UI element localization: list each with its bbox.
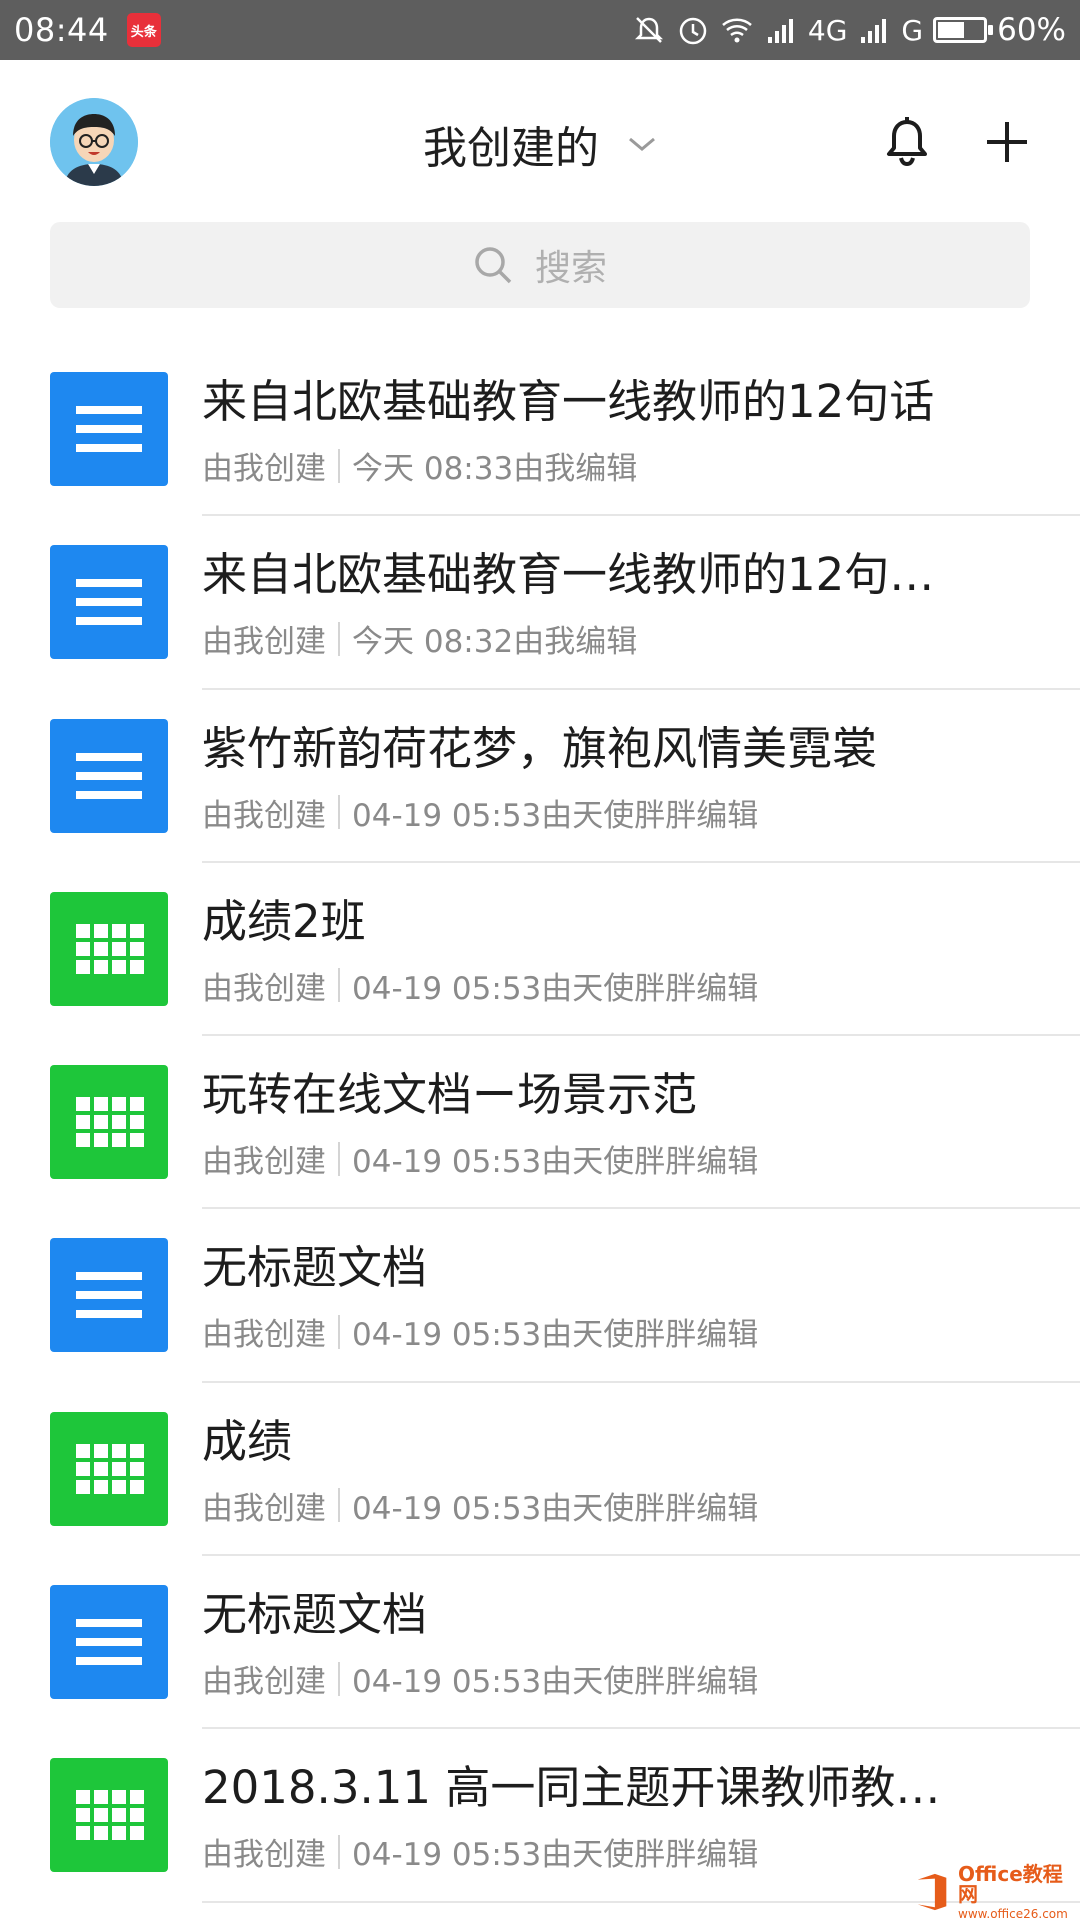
spreadsheet-icon — [76, 923, 144, 974]
search-placeholder: 搜索 — [534, 248, 607, 289]
document-creator: 由我创建 — [202, 1144, 326, 1181]
document-meta: 由我创建 04-19 05:53由天使胖胖编辑 — [202, 1656, 758, 1701]
signal-icon-2 — [861, 19, 887, 43]
document-creator: 由我创建 — [202, 1664, 326, 1701]
document-edited: 04-19 05:53由天使胖胖编辑 — [352, 1317, 759, 1354]
network-type-4g: 4G — [807, 13, 848, 47]
doc-file-icon — [50, 1585, 168, 1700]
document-row[interactable]: 紫竹新韵荷花梦，旗袍风情美霓裳由我创建 04-19 05:53由天使胖胖编辑 — [0, 690, 1080, 863]
document-list: 来自北欧基础教育一线教师的12句话 由我创建 今天 08:33由我编辑 来自北欧基础教… — [0, 343, 1080, 1903]
document-meta: 由我创建 今天 08:33由我编辑 — [202, 443, 637, 488]
watermark-line1: Office教程网 — [958, 1862, 1063, 1906]
document-edited: 04-19 05:53由天使胖胖编辑 — [352, 1490, 759, 1527]
signal-icon-1 — [767, 19, 793, 43]
meta-separator — [338, 1314, 340, 1349]
sheet-file-icon — [50, 1758, 168, 1873]
document-creator: 由我创建 — [202, 1837, 326, 1874]
document-title: 无标题文档 — [202, 1588, 428, 1642]
search-icon — [475, 247, 512, 284]
add-document-button[interactable] — [985, 120, 1029, 164]
document-row[interactable]: 无标题文档由我创建 04-19 05:53由天使胖胖编辑 — [0, 1209, 1080, 1383]
watermark-line2: www.office26.com — [958, 1907, 1068, 1920]
document-icon — [76, 579, 142, 626]
document-edited: 04-19 05:53由天使胖胖编辑 — [352, 797, 759, 834]
network-type-g: G — [901, 13, 924, 47]
document-title: 紫竹新韵荷花梦，旗袍风情美霓裳 — [202, 721, 878, 775]
sheet-file-icon — [50, 1411, 168, 1526]
document-meta: 由我创建 04-19 05:53由天使胖胖编辑 — [202, 1483, 758, 1528]
document-edited: 04-19 05:53由天使胖胖编辑 — [352, 1144, 759, 1181]
doc-file-icon — [50, 545, 168, 660]
header: 我创建的 — [0, 60, 1080, 220]
mute-bell-icon — [634, 17, 663, 43]
document-icon — [76, 406, 142, 452]
document-edited: 今天 08:33由我编辑 — [352, 451, 638, 487]
document-creator: 由我创建 — [202, 451, 326, 487]
meta-separator — [338, 1141, 340, 1176]
document-creator: 由我创建 — [202, 624, 326, 661]
document-meta: 由我创建 今天 08:32由我编辑 — [202, 616, 637, 661]
sheet-file-icon — [50, 891, 168, 1006]
battery-icon — [933, 17, 994, 43]
doc-file-icon — [50, 1238, 168, 1353]
meta-separator — [338, 448, 340, 483]
document-icon — [76, 1272, 142, 1319]
document-edited: 04-19 05:53由天使胖胖编辑 — [352, 1664, 759, 1701]
wifi-icon — [722, 18, 752, 43]
meta-separator — [338, 621, 340, 656]
document-creator: 由我创建 — [202, 1490, 326, 1527]
battery-percent: 60% — [997, 12, 1066, 48]
search-input[interactable]: 搜索 — [50, 222, 1030, 308]
document-row[interactable]: 来自北欧基础教育一线教师的12句话由我创建 今天 08:33由我编辑 — [0, 343, 1080, 517]
document-edited: 今天 08:32由我编辑 — [352, 624, 638, 661]
watermark-text: Office教程网 www.office26.com — [958, 1864, 1077, 1920]
meta-separator — [338, 1488, 340, 1523]
document-meta: 由我创建 04-19 05:53由天使胖胖编辑 — [202, 1136, 758, 1181]
document-row[interactable]: 成绩2班由我创建 04-19 05:53由天使胖胖编辑 — [0, 863, 1080, 1037]
document-icon — [76, 752, 142, 799]
document-meta: 由我创建 04-19 05:53由天使胖胖编辑 — [202, 963, 758, 1008]
sheet-file-icon — [50, 1065, 168, 1180]
document-edited: 04-19 05:53由天使胖胖编辑 — [352, 1837, 759, 1874]
document-title: 成绩 — [202, 1414, 293, 1468]
doc-file-icon — [50, 372, 168, 486]
document-edited: 04-19 05:53由天使胖胖编辑 — [352, 970, 759, 1007]
document-creator: 由我创建 — [202, 797, 326, 834]
document-title: 成绩2班 — [202, 894, 366, 948]
spreadsheet-icon — [76, 1790, 144, 1841]
office-logo-icon — [917, 1873, 947, 1911]
page-title: 我创建的 — [423, 123, 599, 174]
doc-file-icon — [50, 718, 168, 833]
document-meta: 由我创建 04-19 05:53由天使胖胖编辑 — [202, 1309, 758, 1354]
document-row[interactable]: 玩转在线文档ー场景示范由我创建 04-19 05:53由天使胖胖编辑 — [0, 1036, 1080, 1210]
document-title: 玩转在线文档ー场景示范 — [202, 1068, 698, 1122]
spreadsheet-icon — [76, 1097, 144, 1148]
spreadsheet-icon — [76, 1443, 144, 1494]
document-title: 2018.3.11 高一同主题开课教师教… — [202, 1761, 941, 1815]
document-meta: 由我创建 04-19 05:53由天使胖胖编辑 — [202, 790, 758, 835]
document-title: 来自北欧基础教育一线教师的12句话 — [202, 375, 935, 428]
toutiao-app-icon: 头条 — [126, 13, 161, 47]
document-creator: 由我创建 — [202, 970, 326, 1007]
document-title: 无标题文档 — [202, 1241, 428, 1295]
chevron-down-icon — [629, 137, 655, 151]
document-meta: 由我创建 04-19 05:53由天使胖胖编辑 — [202, 1829, 758, 1874]
status-indicators: 4G G 60% — [632, 12, 1066, 48]
meta-separator — [338, 968, 340, 1003]
document-title: 来自北欧基础教育一线教师的12句… — [202, 548, 935, 602]
status-time: 08:44 — [14, 11, 109, 49]
document-icon — [76, 1619, 142, 1666]
document-row[interactable]: 成绩由我创建 04-19 05:53由天使胖胖编辑 — [0, 1383, 1080, 1557]
alarm-clock-icon — [679, 17, 707, 45]
bell-icon[interactable] — [885, 116, 929, 166]
document-creator: 由我创建 — [202, 1317, 326, 1354]
status-bar: 08:44 头条 4G G 60% — [0, 0, 1080, 60]
watermark: Office教程网 www.office26.com — [912, 1864, 1077, 1920]
document-row[interactable]: 来自北欧基础教育一线教师的12句… 由我创建 今天 08:32由我编辑 — [0, 516, 1080, 690]
battery-fill — [938, 22, 965, 38]
meta-separator — [338, 1661, 340, 1696]
meta-separator — [338, 1834, 340, 1869]
document-row[interactable]: 无标题文档由我创建 04-19 05:53由天使胖胖编辑 — [0, 1556, 1080, 1730]
meta-separator — [338, 795, 340, 830]
